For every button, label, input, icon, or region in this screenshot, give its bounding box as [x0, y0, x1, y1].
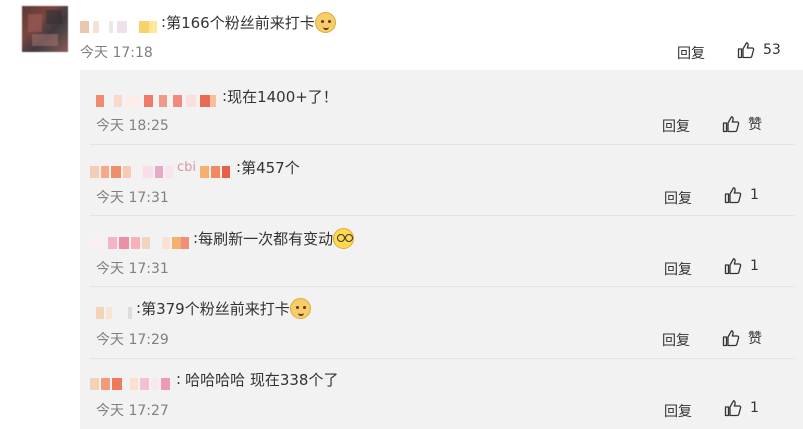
like-button[interactable]: 53	[737, 41, 781, 59]
comment-time: 今天 17:31	[96, 261, 169, 277]
top-comment-line: : 第166个粉丝前来打卡	[80, 11, 336, 33]
comment-text: 第379个粉丝前来打卡	[141, 299, 290, 318]
username-redacted[interactable]	[80, 16, 157, 33]
comment-time: 今天 17:18	[80, 45, 153, 61]
comment-text: 第166个粉丝前来打卡	[166, 13, 315, 32]
username-redacted[interactable]	[90, 161, 173, 178]
thumbs-up-icon	[722, 116, 740, 133]
comment-text: 第457个	[241, 158, 300, 177]
thumbs-up-icon	[737, 42, 755, 59]
comment-text: 哈哈哈哈 现在338个了	[185, 370, 339, 389]
username-redacted	[200, 161, 231, 178]
like-count: 1	[750, 258, 759, 274]
reply-item-5: : 哈哈哈哈 现在338个了	[90, 369, 339, 390]
like-button[interactable]: 1	[724, 186, 759, 204]
reply-button[interactable]: 回复	[662, 116, 690, 136]
divider	[90, 215, 795, 216]
like-count: 1	[750, 400, 759, 416]
comment-text: 每刷新一次都有变动	[198, 229, 334, 248]
doge-emoji-icon	[314, 11, 336, 33]
reply-button[interactable]: 回复	[677, 43, 705, 63]
comment-time: 今天 17:27	[96, 403, 169, 419]
username-redacted[interactable]	[96, 302, 132, 319]
reply-button[interactable]: 回复	[664, 188, 692, 208]
like-button[interactable]: 赞	[722, 328, 762, 348]
reply-item-3: : 每刷新一次都有变动	[90, 227, 355, 249]
divider	[90, 144, 795, 145]
avatar[interactable]	[22, 6, 68, 52]
thumbs-up-icon	[724, 258, 742, 275]
thumbs-up-icon	[722, 330, 740, 347]
like-button[interactable]: 1	[724, 399, 759, 417]
username-redacted[interactable]	[90, 232, 189, 249]
divider	[90, 286, 795, 287]
reply-item-4: : 第379个粉丝前来打卡	[96, 297, 311, 319]
reply-item-2: cbi : 第457个	[90, 157, 300, 178]
like-label: 赞	[748, 331, 762, 347]
comment-time: 今天 17:31	[96, 190, 169, 206]
comment-text: 现在1400+了！	[227, 87, 338, 106]
doge-emoji-icon	[289, 297, 311, 319]
thumbs-up-icon	[724, 187, 742, 204]
comment-time: 今天 17:29	[96, 332, 169, 348]
username-redacted[interactable]	[90, 373, 170, 390]
glasses-emoji-icon	[333, 227, 355, 249]
reply-button[interactable]: 回复	[664, 401, 692, 421]
reply-button[interactable]: 回复	[664, 259, 692, 279]
divider	[90, 358, 795, 359]
like-button[interactable]: 1	[724, 257, 759, 275]
like-button[interactable]: 赞	[722, 114, 762, 134]
like-count: 1	[750, 187, 759, 203]
username-redacted[interactable]	[96, 90, 216, 107]
thumbs-up-icon	[724, 400, 742, 417]
reply-item-1: : 现在1400+了！	[96, 86, 338, 107]
comment-time: 今天 18:25	[96, 118, 169, 134]
like-count: 53	[763, 42, 781, 58]
username-fragment: cbi	[177, 159, 197, 175]
reply-button[interactable]: 回复	[662, 330, 690, 350]
like-label: 赞	[748, 117, 762, 133]
